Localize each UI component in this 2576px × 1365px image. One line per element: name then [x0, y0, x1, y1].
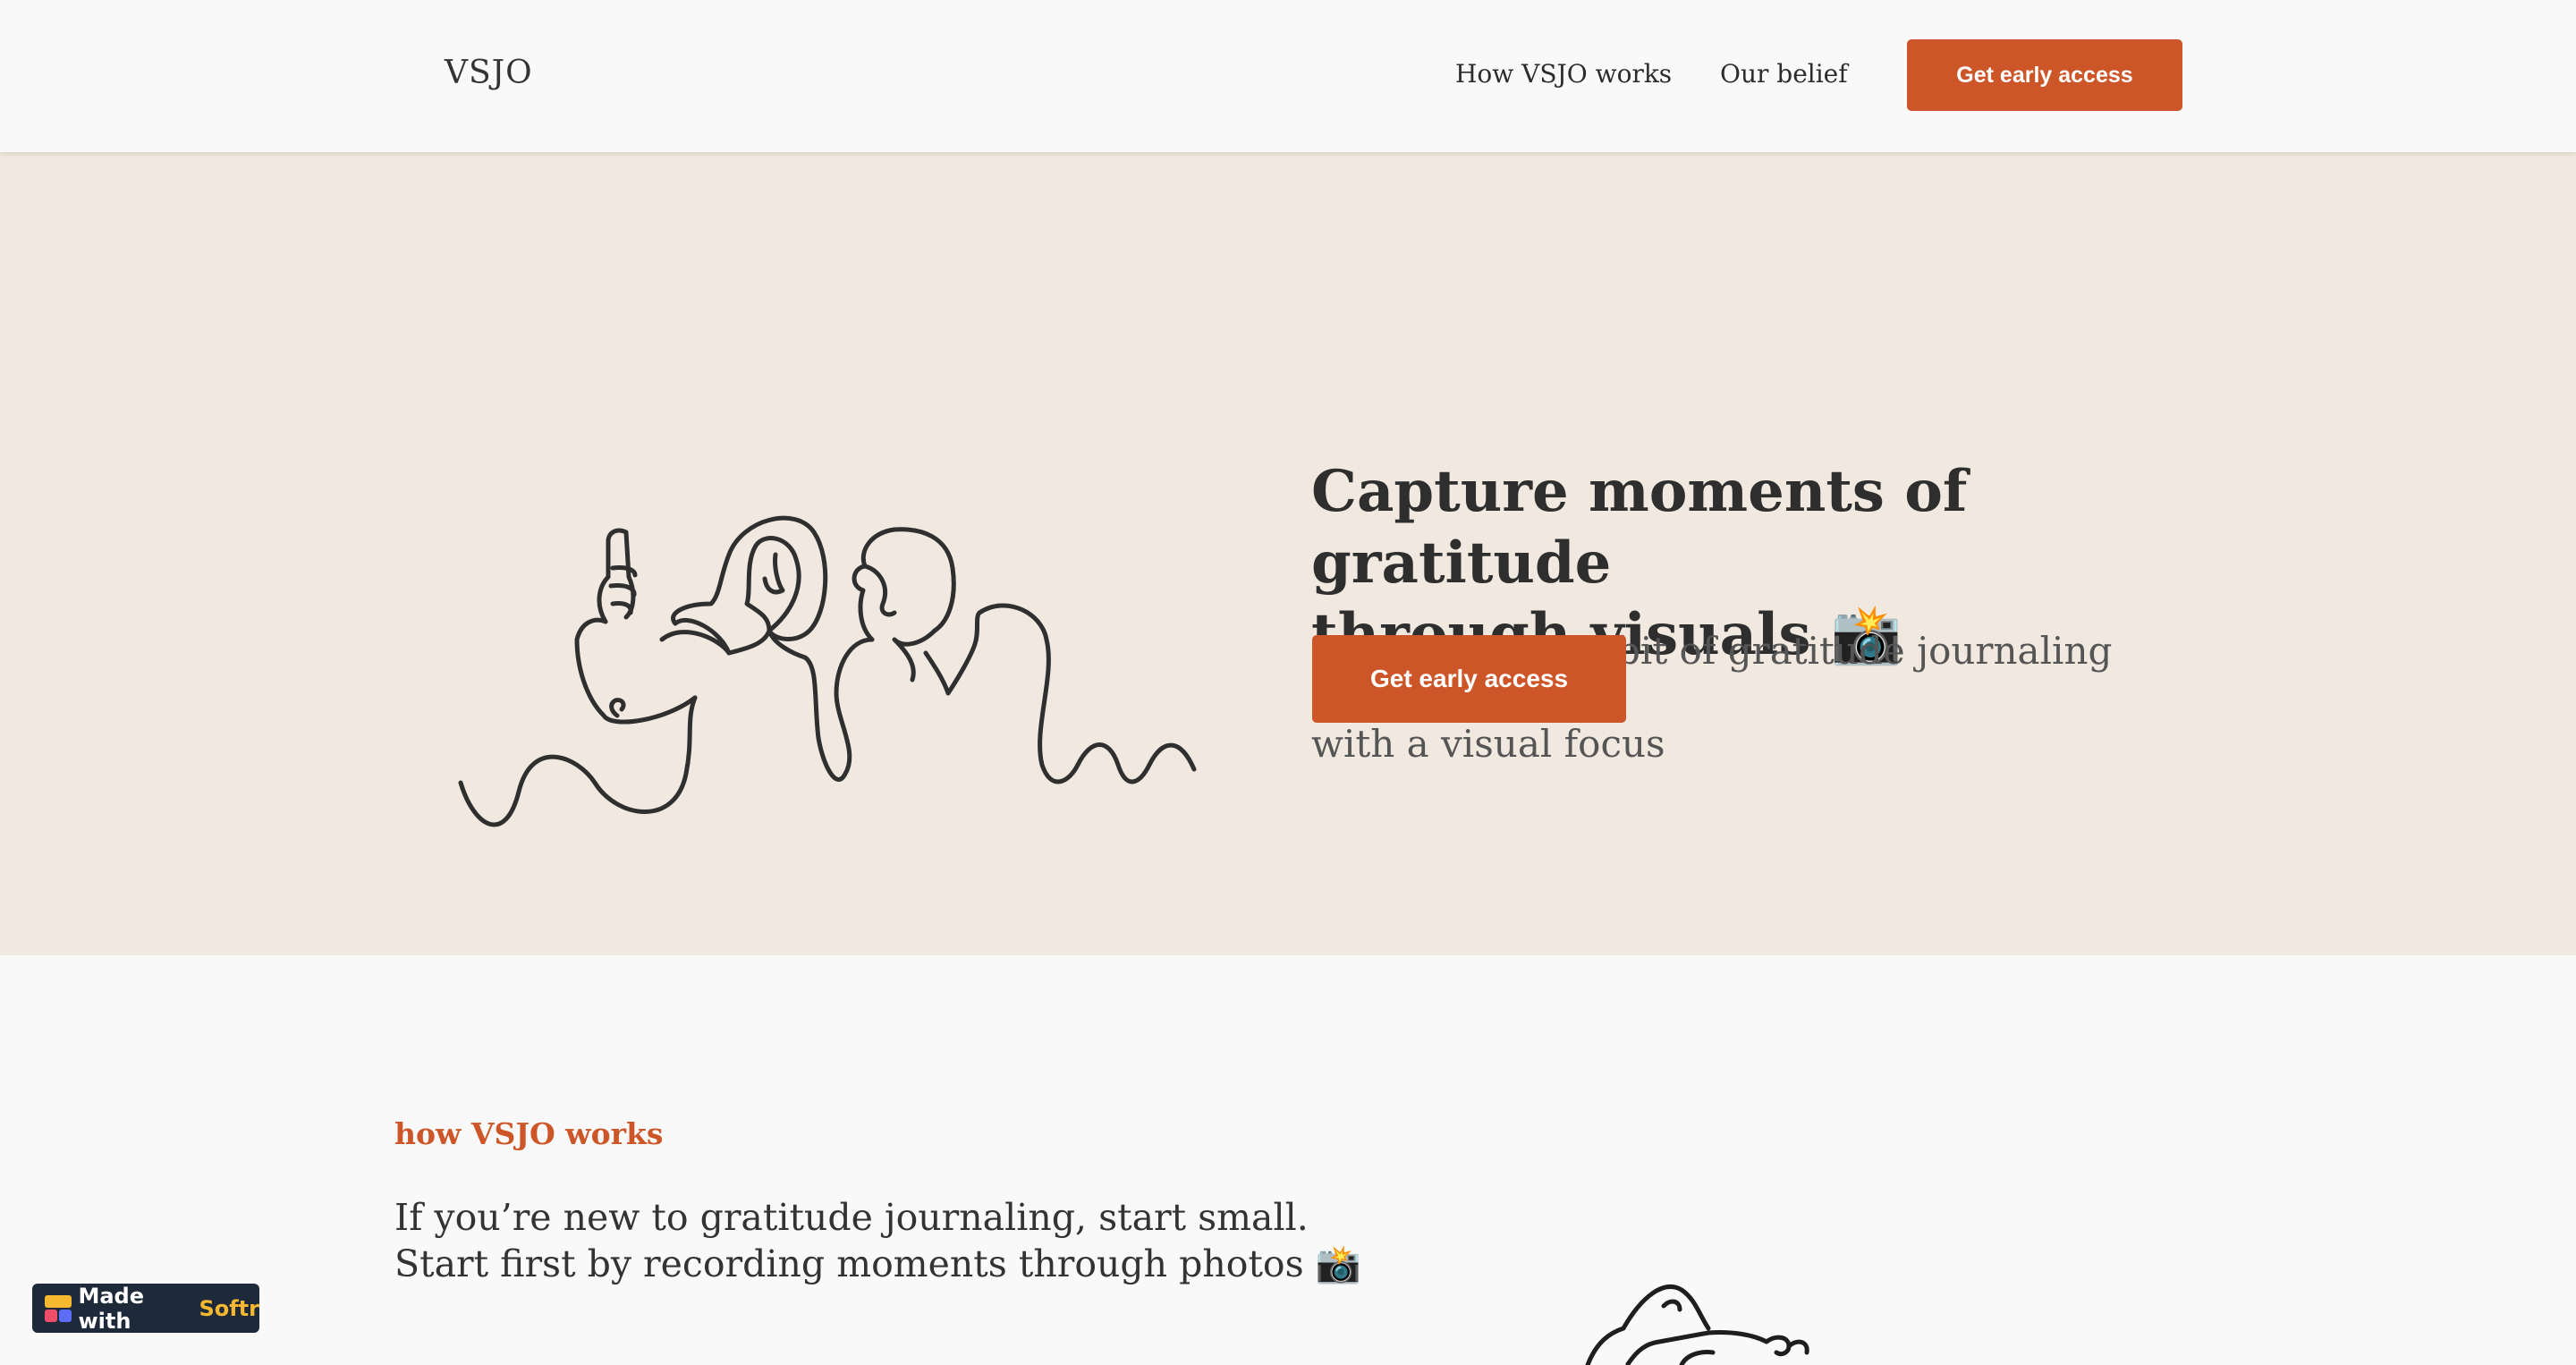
made-with-softr-badge[interactable]: Made with Softr	[32, 1283, 259, 1334]
nav-link-how-vsjo-works[interactable]: How VSJO works	[1455, 56, 1672, 92]
hero-subtitle-line-2: with a visual focus	[1311, 722, 1665, 766]
selfie-couple-line-illustration	[458, 515, 1197, 827]
section-description: If you’re new to gratitude journaling, s…	[394, 1194, 1378, 1287]
hero-section: Capture moments of gratitude through vis…	[0, 152, 2576, 955]
hero-get-early-access-button[interactable]: Get early access	[1312, 635, 1626, 723]
badge-brand: Softr	[199, 1295, 259, 1321]
hero-title-line-1: Capture moments of gratitude	[1311, 458, 1968, 597]
section-text-line-2: Start first by recording moments through…	[394, 1242, 1361, 1285]
site-logo[interactable]: VSJO	[445, 52, 533, 95]
badge-prefix: Made with	[78, 1283, 145, 1334]
hand-camera-line-illustration	[1585, 1284, 1809, 1365]
header-get-early-access-button[interactable]: Get early access	[1907, 39, 2182, 111]
section-text-line-1: If you’re new to gratitude journaling, s…	[394, 1196, 1309, 1239]
site-header: VSJO How VSJO works Our belief Get early…	[0, 0, 2576, 152]
nav-link-our-belief[interactable]: Our belief	[1720, 56, 1848, 92]
section-label: how VSJO works	[394, 1116, 664, 1151]
softr-logo-icon	[45, 1294, 72, 1322]
